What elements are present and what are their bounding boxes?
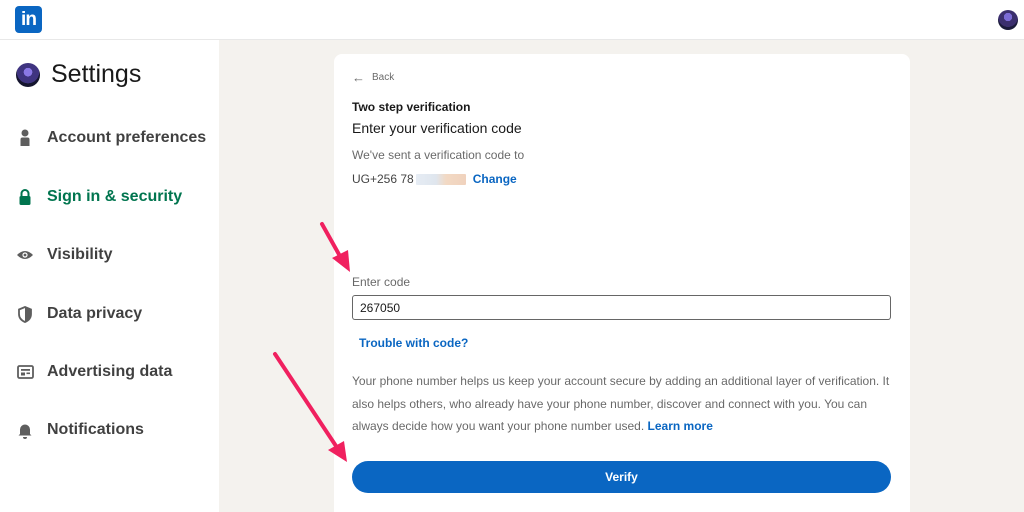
phone-info-text: Your phone number helps us keep your acc… <box>352 370 892 438</box>
back-label: Back <box>372 72 395 83</box>
sidebar-item-visibility[interactable]: Visibility <box>16 246 113 264</box>
linkedin-logo[interactable]: in <box>15 6 42 33</box>
profile-avatar[interactable] <box>998 10 1018 30</box>
code-label: Enter code <box>352 275 411 289</box>
card-heading: Enter your verification code <box>352 120 522 136</box>
sidebar-item-label: Visibility <box>47 246 113 263</box>
page-title: Settings <box>51 60 142 88</box>
learn-more-link[interactable]: Learn more <box>648 419 713 433</box>
sidebar-item-data-privacy[interactable]: Data privacy <box>16 305 142 323</box>
verification-code-input[interactable] <box>352 295 891 320</box>
phone-number-row: UG+256 78 Change <box>352 172 517 186</box>
top-nav-bar: in <box>0 0 1024 40</box>
sidebar-item-label: Advertising data <box>47 363 173 380</box>
shield-icon <box>16 305 34 323</box>
change-link[interactable]: Change <box>473 172 517 186</box>
sidebar-item-label: Data privacy <box>47 305 143 322</box>
trouble-with-code-link[interactable]: Trouble with code? <box>359 336 468 350</box>
sidebar-item-label: Notifications <box>47 421 144 438</box>
settings-sidebar: Settings Account preferences Sign in & s… <box>0 40 219 512</box>
sidebar-item-sign-in-security[interactable]: Sign in & security <box>16 188 182 206</box>
info-body: Your phone number helps us keep your acc… <box>352 374 890 433</box>
bell-icon <box>16 421 34 439</box>
sidebar-item-advertising-data[interactable]: Advertising data <box>16 363 172 381</box>
avatar <box>16 62 40 87</box>
redacted-phone-digits <box>415 173 466 185</box>
eye-icon <box>16 246 34 264</box>
sidebar-item-account-preferences[interactable]: Account preferences <box>16 129 206 147</box>
verify-button[interactable]: Verify <box>352 461 891 493</box>
sidebar-item-label: Account preferences <box>47 129 207 146</box>
back-link[interactable]: ← Back <box>352 69 395 85</box>
lock-icon <box>16 188 34 206</box>
sidebar-header: Settings <box>16 60 141 89</box>
sidebar-item-notifications[interactable]: Notifications <box>16 421 144 439</box>
verification-card: ← Back Two step verification Enter your … <box>334 54 910 512</box>
arrow-left-icon: ← <box>352 69 365 85</box>
phone-number: UG+256 78 <box>352 172 414 186</box>
person-icon <box>16 129 34 147</box>
ad-card-icon <box>16 363 34 381</box>
step-label: Two step verification <box>352 100 471 114</box>
sent-message: We've sent a verification code to <box>352 148 525 162</box>
sidebar-item-label: Sign in & security <box>47 188 183 205</box>
